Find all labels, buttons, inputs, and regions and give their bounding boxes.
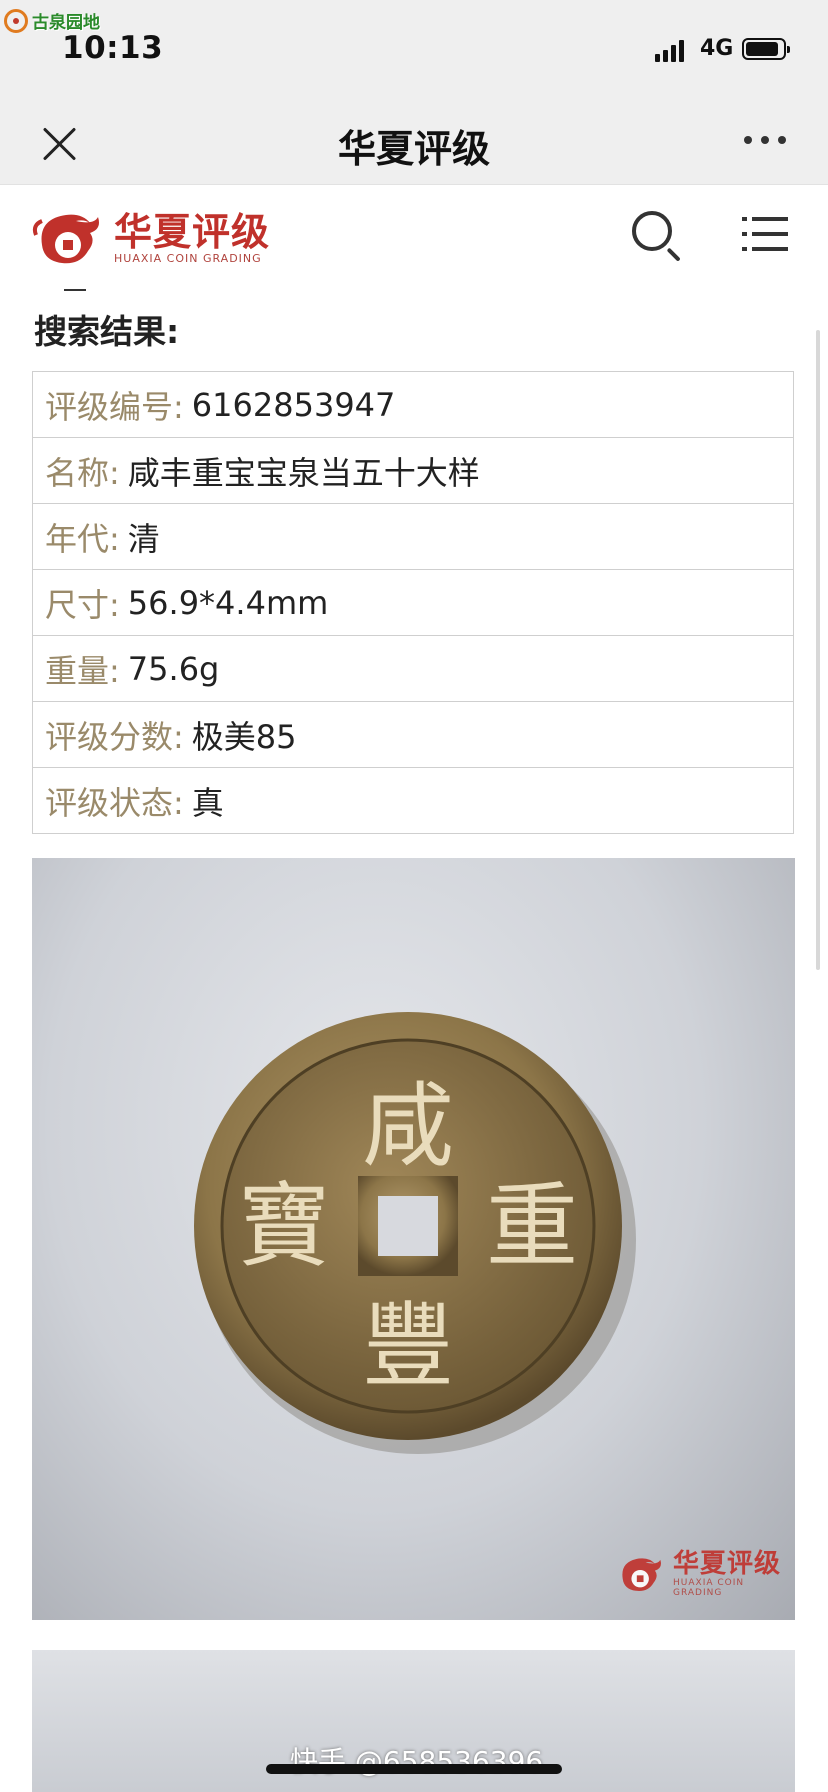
- page-title: 华夏评级: [337, 127, 490, 171]
- watermark-brand-cn: 华夏评级: [673, 1549, 782, 1579]
- status-bar: 古泉园地 10:13 4G: [0, 0, 828, 100]
- nav-bar: 华夏评级: [0, 100, 828, 185]
- coin-image: 咸 豐 重 寶: [194, 1012, 636, 1454]
- watermark-brand-en: HUAXIA COIN GRADING: [673, 1578, 745, 1598]
- row-value: 咸丰重宝宝泉当五十大样: [127, 453, 480, 492]
- signal-icon: [655, 36, 684, 62]
- status-time: 10:13: [62, 30, 164, 66]
- table-row: 评级状态: 真: [33, 768, 793, 834]
- coin-char-left: 寶: [238, 1173, 330, 1280]
- row-value: 56.9*4.4mm: [127, 583, 329, 622]
- row-value: 75.6g: [127, 649, 220, 688]
- battery-icon: [742, 38, 790, 60]
- coin-char-bottom: 豐: [362, 1293, 454, 1400]
- kuaishou-watermark: 快手 @658536396: [290, 1745, 544, 1778]
- coin-char-top: 咸: [362, 1073, 454, 1180]
- brand-name-cn: 华夏评级: [114, 209, 271, 254]
- network-type: 4G: [700, 36, 734, 61]
- table-row: 重量: 75.6g: [33, 636, 793, 702]
- divider: [64, 289, 86, 297]
- grading-info-table: 评级编号: 6162853947 名称: 咸丰重宝宝泉当五十大样 年代: 清 尺…: [32, 371, 794, 834]
- table-row: 年代: 清: [33, 504, 793, 570]
- more-options-button[interactable]: [744, 136, 786, 144]
- search-icon: [632, 211, 672, 251]
- photo-watermark: 华夏评级 HUAXIA COIN GRADING: [616, 1550, 795, 1598]
- row-label: 重量:: [45, 651, 120, 690]
- page-scrollbar[interactable]: [816, 330, 820, 970]
- table-row: 评级分数: 极美85: [33, 702, 793, 768]
- table-row: 名称: 咸丰重宝宝泉当五十大样: [33, 438, 793, 504]
- row-label: 评级状态:: [45, 783, 184, 822]
- dragon-coin-logo-icon: [32, 214, 99, 264]
- row-label: 年代:: [45, 519, 120, 558]
- table-row: 评级编号: 6162853947: [33, 372, 793, 438]
- home-indicator[interactable]: [266, 1764, 562, 1774]
- row-label: 评级分数:: [45, 717, 184, 756]
- menu-icon: [742, 217, 788, 221]
- coin-char-right: 重: [486, 1173, 578, 1280]
- menu-button[interactable]: [742, 215, 788, 253]
- search-results-heading: 搜索结果:: [34, 312, 180, 351]
- row-label: 尺寸:: [45, 585, 120, 624]
- row-value: 极美85: [191, 717, 297, 756]
- row-value: 真: [191, 783, 224, 822]
- brand-logo[interactable]: 华夏评级 HUAXIA COIN GRADING: [32, 205, 270, 271]
- site-header: 华夏评级 HUAXIA COIN GRADING: [0, 185, 828, 285]
- row-value: 清: [127, 519, 160, 558]
- row-value: 6162853947: [191, 385, 396, 424]
- row-label: 评级编号:: [45, 387, 184, 426]
- table-row: 尺寸: 56.9*4.4mm: [33, 570, 793, 636]
- coin-photo[interactable]: 咸 豐 重 寶 华夏评级 HUAXIA COIN GRADING: [32, 858, 795, 1620]
- dragon-coin-logo-icon: [622, 1558, 661, 1591]
- search-button[interactable]: [632, 211, 682, 262]
- watermark-logo-icon: [4, 8, 28, 33]
- more-dot-icon: [778, 136, 786, 144]
- more-dot-icon: [744, 136, 752, 144]
- row-label: 名称:: [45, 453, 120, 492]
- more-dot-icon: [761, 136, 769, 144]
- brand-name-en: HUAXIA COIN GRADING: [114, 251, 262, 265]
